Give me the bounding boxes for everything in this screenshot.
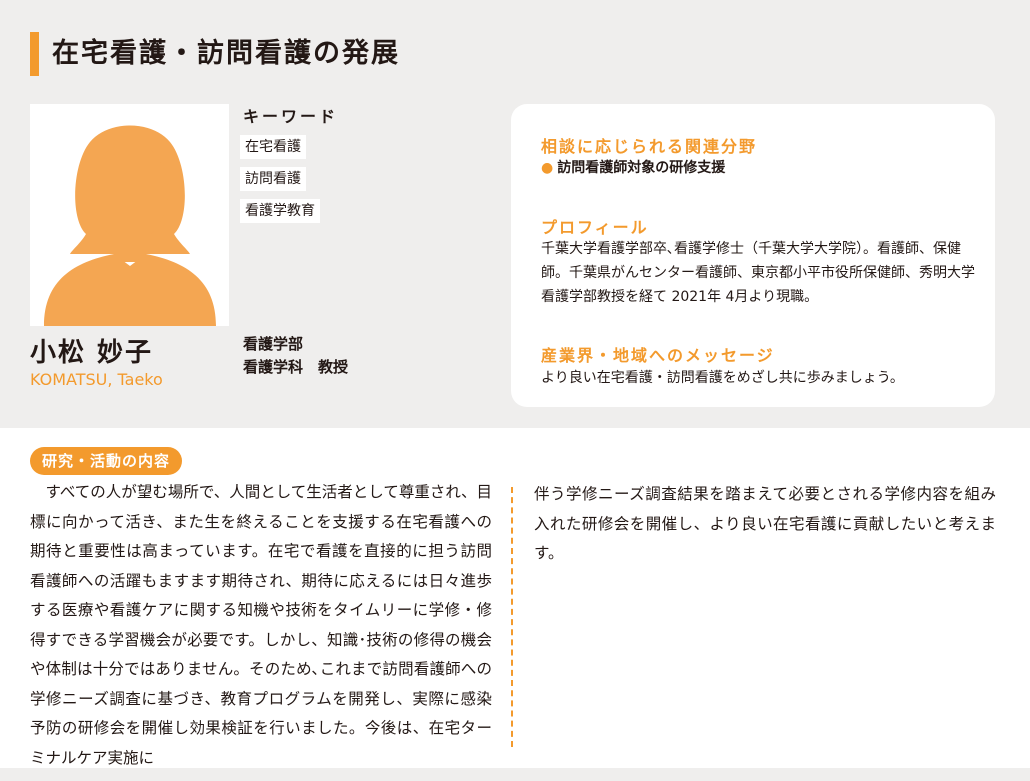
keyword-tag: 看護学教育 — [240, 199, 320, 223]
footer-strip — [0, 768, 1030, 781]
research-section-tab: 研究・活動の内容 — [30, 447, 182, 475]
research-text-right: 伴う学修ニーズ調査結果を踏まえて必要とされる学修内容を組み入れた研修会を開催し、… — [534, 485, 996, 562]
page-title: 在宅看護・訪問看護の発展 — [52, 38, 400, 69]
affiliation: 看護学部 看護学科 教授 — [243, 333, 348, 379]
department-position-label: 看護学科 教授 — [243, 358, 349, 376]
consult-item-text: 訪問看護師対象の研修支援 — [557, 160, 726, 176]
research-text-left: すべての人が望む場所で、人間として生活者として尊重され、目標に向かって活き、また… — [30, 483, 492, 767]
faculty-label: 看護学部 — [243, 335, 304, 353]
column-divider — [511, 487, 513, 747]
consult-item: ● 訪問看護師対象の研修支援 — [541, 156, 981, 180]
keywords-heading: キーワード — [243, 107, 339, 126]
person-silhouette-icon — [30, 104, 229, 326]
title-accent-bar — [30, 32, 39, 76]
profile-text: 千葉大学看護学部卒､看護学修士（千葉大学大学院）。看護師、保健師。千葉県がんセン… — [541, 241, 975, 305]
consult-heading: 相談に応じられる関連分野 — [541, 137, 758, 156]
dot-bullet-icon: ● — [541, 160, 554, 176]
person-name-en: KOMATSU, Taeko — [30, 370, 163, 389]
message-heading: 産業界・地域へのメッセージ — [541, 346, 775, 365]
keyword-tag: 訪問看護 — [240, 167, 306, 191]
keyword-tag: 在宅看護 — [240, 135, 306, 159]
message-text: より良い在宅看護・訪問看護をめざし共に歩みましょう。 — [541, 370, 904, 386]
profile-heading: プロフィール — [541, 218, 649, 237]
person-name-jp: 小松 妙子 — [30, 338, 154, 368]
